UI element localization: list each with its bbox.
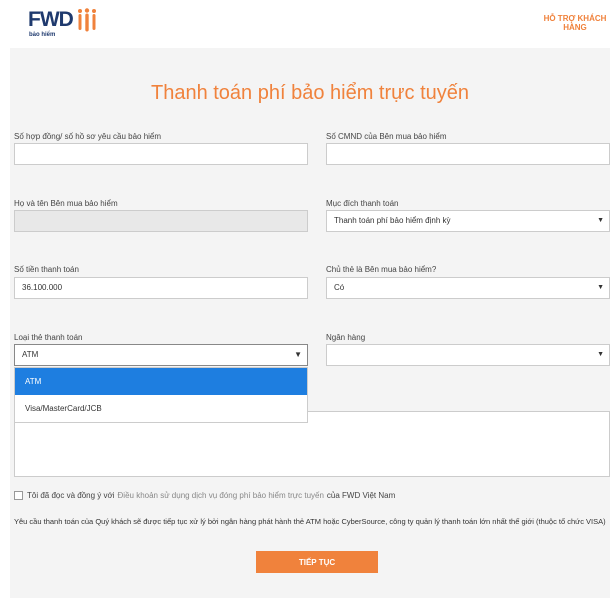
contract-number-input[interactable] bbox=[14, 143, 308, 165]
payment-purpose-select[interactable]: Thanh toán phí bảo hiểm định kỳ ▼ bbox=[326, 210, 610, 232]
caret-down-icon: ▼ bbox=[294, 350, 302, 359]
customer-support-link[interactable]: HỖ TRỢ KHÁCH HÀNG bbox=[540, 14, 610, 32]
terms-suffix: của FWD Việt Nam bbox=[326, 491, 396, 500]
id-number-label: Số CMND của Bên mua bảo hiểm bbox=[326, 132, 447, 141]
dropdown-option-atm[interactable]: ATM bbox=[15, 368, 307, 395]
card-holder-label: Chủ thẻ là Bên mua bảo hiểm? bbox=[326, 265, 437, 274]
support-line-1: HỖ TRỢ KHÁCH bbox=[543, 14, 607, 23]
continue-button[interactable]: TIẾP TỤC bbox=[256, 551, 378, 573]
chevron-down-icon: ▼ bbox=[597, 217, 604, 224]
terms-checkbox[interactable] bbox=[14, 491, 23, 500]
people-icon bbox=[76, 8, 98, 37]
card-holder-value: Có bbox=[334, 283, 345, 292]
logo-text: FWD bbox=[28, 8, 74, 31]
header: FWD bảo hiểm HỖ TRỢ KHÁCH HÀNG bbox=[0, 0, 610, 48]
amount-label: Số tiền thanh toán bbox=[14, 265, 79, 274]
card-type-select[interactable]: ATM ▼ bbox=[14, 344, 308, 366]
buyer-name-label: Họ và tên Bên mua bảo hiểm bbox=[14, 199, 118, 208]
buyer-name-input bbox=[14, 210, 308, 232]
terms-prefix: Tôi đã đọc và đồng ý với bbox=[27, 491, 115, 500]
amount-input[interactable]: 36.100.000 bbox=[14, 277, 308, 299]
card-type-label: Loại thẻ thanh toán bbox=[14, 333, 83, 342]
bank-select[interactable]: ▼ bbox=[326, 344, 610, 366]
card-type-value: ATM bbox=[22, 350, 39, 359]
card-type-dropdown: ATM Visa/MasterCard/JCB bbox=[14, 367, 308, 423]
id-number-input[interactable] bbox=[326, 143, 610, 165]
payment-purpose-label: Mục đích thanh toán bbox=[326, 199, 399, 208]
dropdown-option-visa[interactable]: Visa/MasterCard/JCB bbox=[15, 395, 307, 422]
payment-purpose-value: Thanh toán phí bảo hiểm định kỳ bbox=[334, 216, 451, 225]
bank-label: Ngân hàng bbox=[326, 333, 366, 342]
contract-number-label: Số hợp đồng/ số hồ sơ yêu cầu bảo hiểm bbox=[14, 132, 162, 141]
chevron-down-icon: ▼ bbox=[597, 351, 604, 358]
support-line-2: HÀNG bbox=[563, 23, 587, 32]
logo-subtitle: bảo hiểm bbox=[29, 32, 56, 38]
card-holder-select[interactable]: Có ▼ bbox=[326, 277, 610, 299]
page-title: Thanh toán phí bảo hiểm trực tuyến bbox=[150, 82, 470, 104]
fwd-logo[interactable]: FWD bảo hiểm bbox=[28, 8, 98, 38]
terms-link[interactable]: Điều khoản sử dụng dịch vụ đóng phí bảo … bbox=[118, 491, 324, 500]
chevron-down-icon: ▼ bbox=[597, 284, 604, 291]
processing-notice: Yêu cầu thanh toán của Quý khách sẽ được… bbox=[14, 517, 606, 526]
terms-agreement: Tôi đã đọc và đồng ý với Điều khoản sử d… bbox=[14, 491, 395, 500]
